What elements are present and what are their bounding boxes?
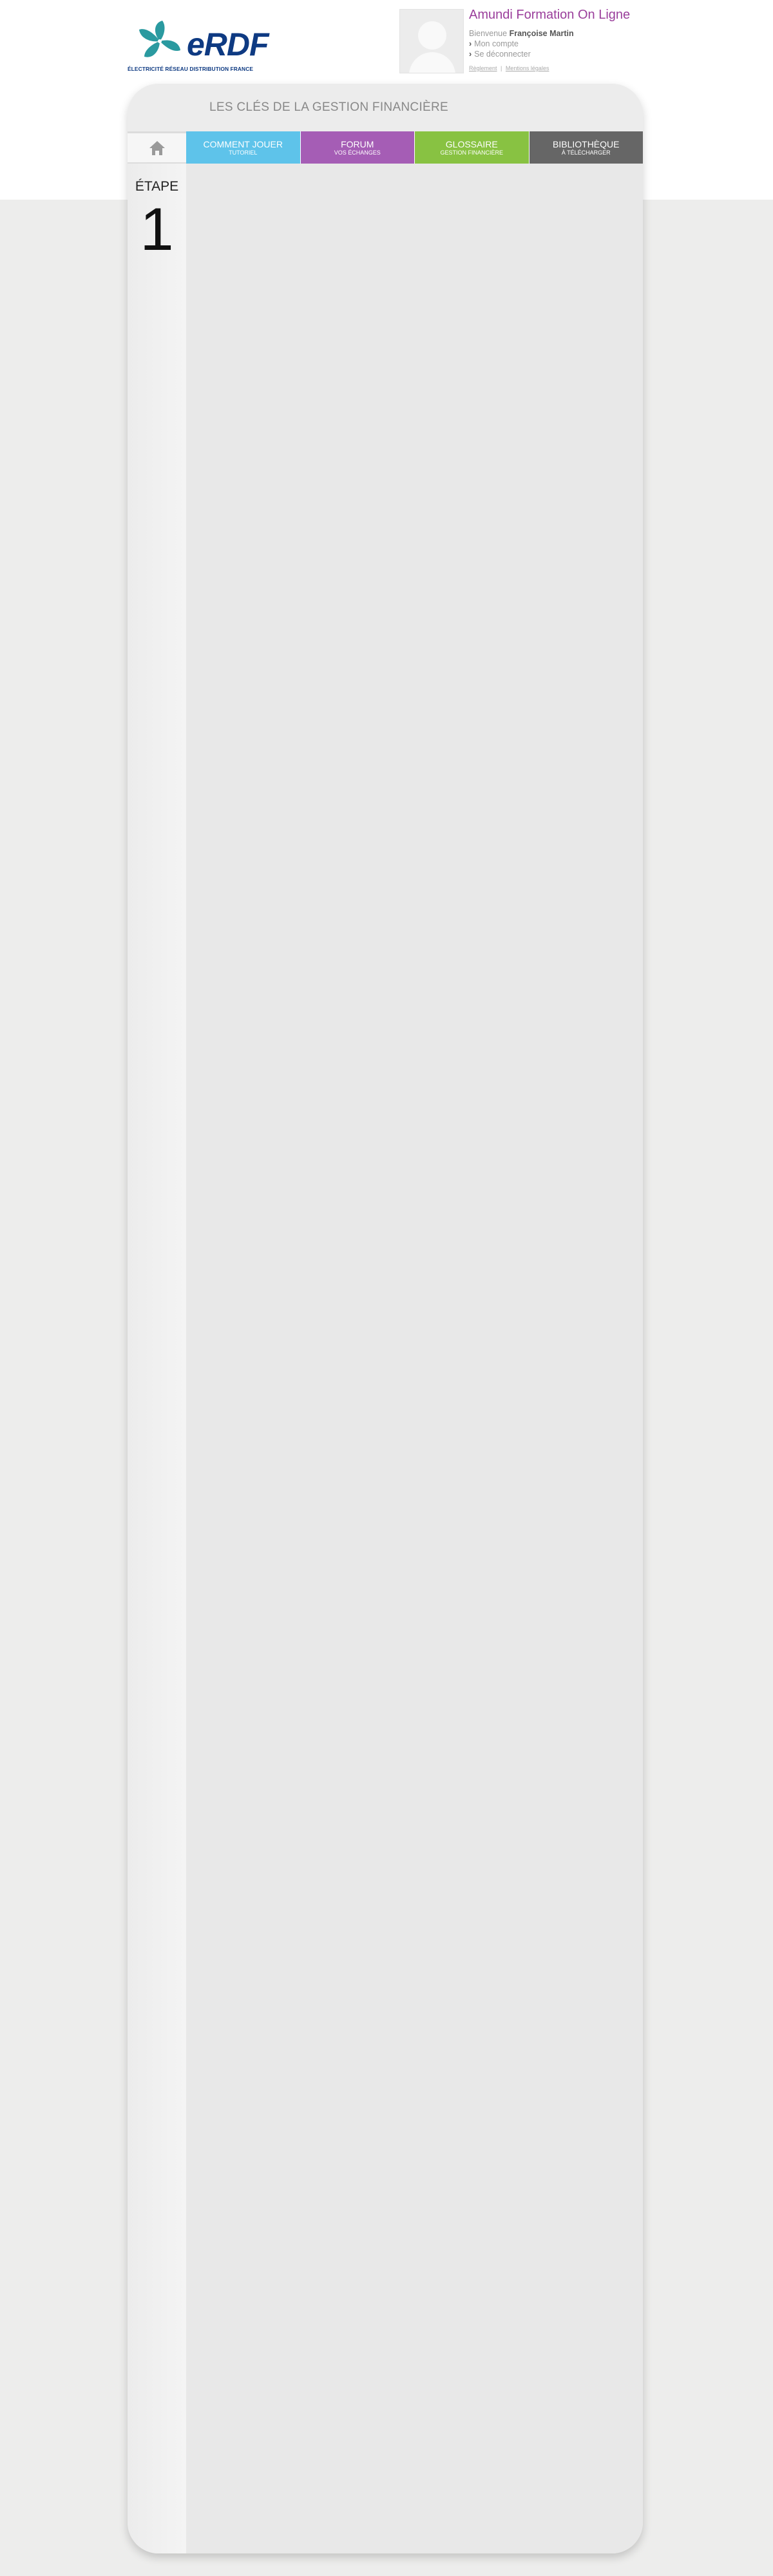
nav-forum-sub: VOS ÉCHANGES — [334, 149, 381, 156]
app-title: Amundi Formation On Ligne — [469, 8, 631, 22]
user-name: Françoise Martin — [509, 29, 574, 38]
nav-bibliotheque-label: BIBLIOTHÈQUE — [553, 138, 620, 149]
home-button[interactable] — [128, 131, 186, 164]
avatar-head — [418, 21, 446, 50]
etape-number: 1 — [140, 195, 174, 263]
nav-glossaire-label: GLOSSAIRE — [445, 138, 498, 149]
reglement-link[interactable]: Règlement — [469, 65, 497, 71]
content-area — [186, 164, 643, 2553]
etape-label: ÉTAPE — [135, 179, 179, 194]
erdf-logo[interactable]: eRDF ÉLECTRICITÉ RÉSEAU DISTRIBUTION FRA… — [128, 19, 269, 76]
nav-bibliotheque-sub: À TÉLÉCHARGER — [561, 149, 611, 156]
welcome-text: Bienvenue Françoise Martin — [469, 29, 662, 38]
avatar-body — [409, 52, 455, 73]
my-account-link[interactable]: › Mon compte — [469, 39, 662, 48]
legal-separator: | — [501, 65, 502, 71]
chevron-right-icon: › — [469, 39, 472, 48]
nav-comment-jouer-label: COMMENT JOUER — [203, 138, 283, 149]
logout-link[interactable]: › Se déconnecter — [469, 50, 662, 59]
main-card: LES CLÉS DE LA GESTION FINANCIÈRE COMMEN… — [128, 84, 643, 2553]
mentions-legales-link[interactable]: Mentions légales — [506, 65, 549, 71]
page-title: LES CLÉS DE LA GESTION FINANCIÈRE — [209, 100, 449, 114]
user-panel: Amundi Formation On Ligne Bienvenue Fran… — [469, 8, 662, 71]
logo-tagline: ÉLECTRICITÉ RÉSEAU DISTRIBUTION FRANCE — [128, 66, 254, 72]
avatar[interactable] — [399, 9, 464, 73]
nav-forum-label: FORUM — [341, 138, 374, 149]
pinwheel-icon — [139, 21, 180, 57]
welcome-prefix: Bienvenue — [469, 29, 508, 38]
nav-comment-jouer[interactable]: COMMENT JOUER TUTORIEL — [186, 131, 301, 164]
nav-comment-jouer-sub: TUTORIEL — [229, 149, 258, 156]
main-nav: COMMENT JOUER TUTORIEL FORUM VOS ÉCHANGE… — [128, 131, 643, 164]
my-account-label: Mon compte — [474, 39, 519, 48]
nav-forum[interactable]: FORUM VOS ÉCHANGES — [300, 131, 415, 164]
nav-glossaire-sub: GESTION FINANCIÈRE — [440, 149, 503, 156]
step-sidebar: ÉTAPE 1 — [128, 164, 186, 2553]
nav-bibliotheque[interactable]: BIBLIOTHÈQUE À TÉLÉCHARGER — [529, 131, 643, 164]
logout-label: Se déconnecter — [474, 50, 531, 59]
home-icon — [149, 140, 165, 155]
chevron-right-icon: › — [469, 50, 472, 59]
logo-word: eRDF — [187, 26, 269, 62]
nav-glossaire[interactable]: GLOSSAIRE GESTION FINANCIÈRE — [415, 131, 530, 164]
legal-links: Règlement | Mentions légales — [469, 65, 662, 71]
